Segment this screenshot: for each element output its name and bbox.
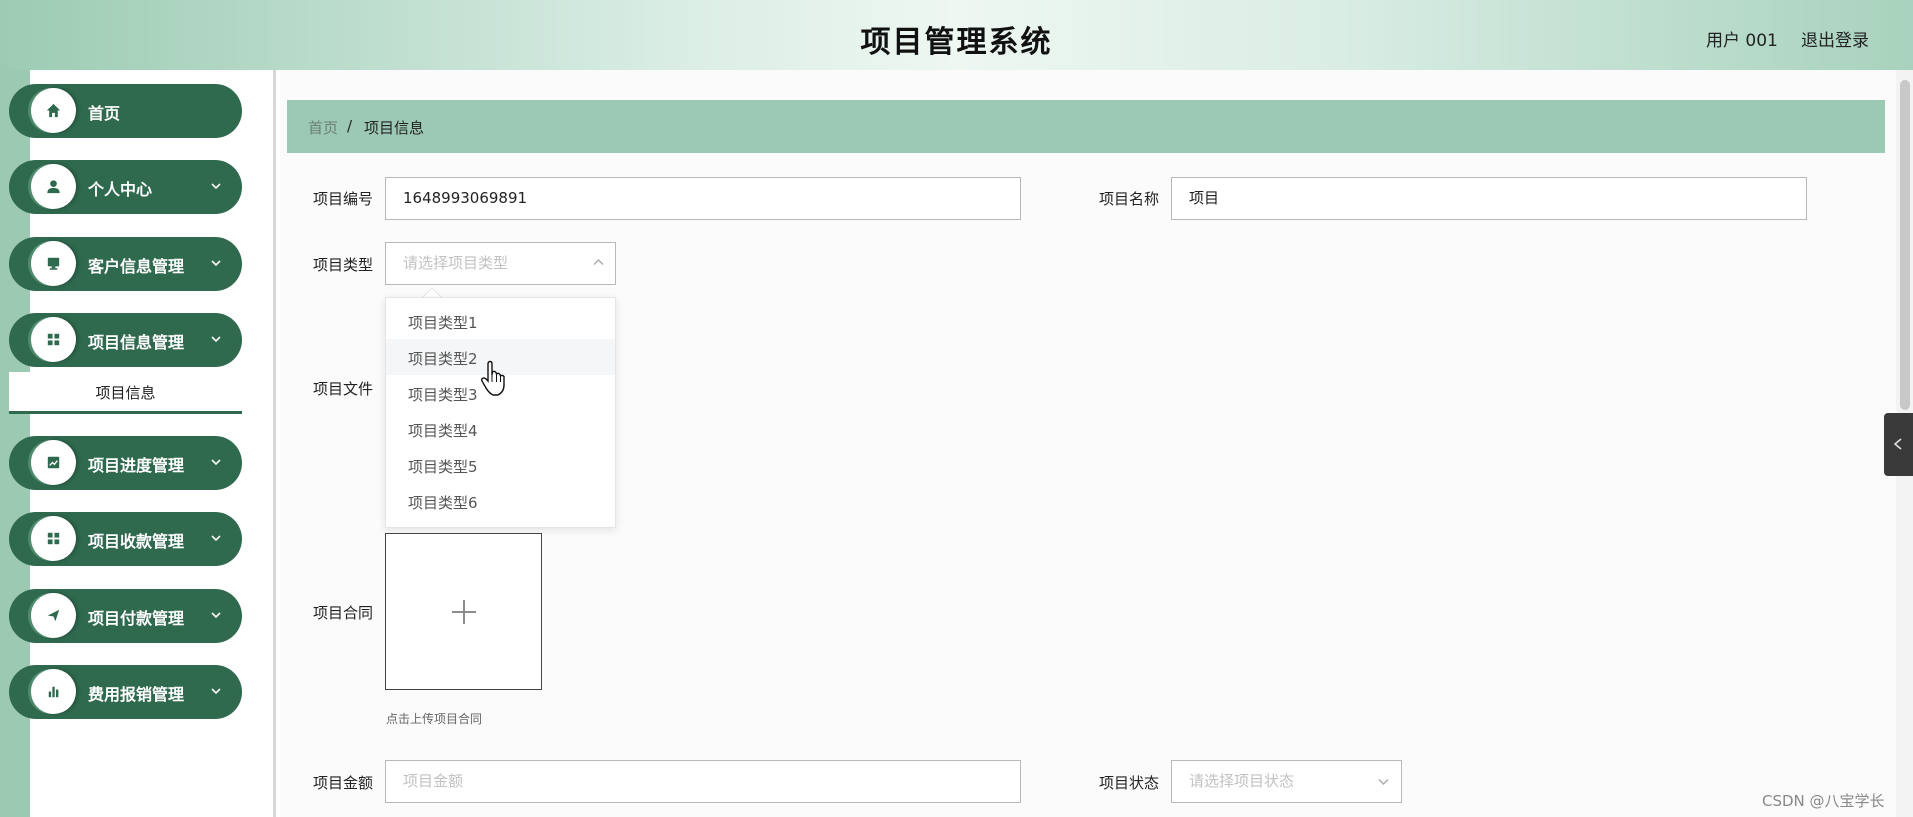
project-name-label: 项目名称	[1099, 190, 1160, 208]
chevron-down-icon	[211, 336, 221, 343]
bar-chart-icon	[31, 669, 76, 714]
watermark: CSDN @八宝学长	[1762, 792, 1885, 810]
sidebar-item-label: 个人中心	[88, 180, 153, 199]
app-title: 项目管理系统	[860, 25, 1053, 60]
user-icon	[31, 164, 76, 209]
sidebar-item-label: 项目进度管理	[88, 456, 185, 475]
chevron-down-icon	[211, 260, 221, 267]
dropdown-option[interactable]: 项目类型4	[386, 411, 615, 447]
dropdown-option[interactable]: 项目类型5	[386, 447, 615, 483]
sidebar-item-label: 项目收款管理	[88, 532, 185, 551]
sidebar-item-label: 客户信息管理	[88, 257, 185, 276]
dropdown-option[interactable]: 项目类型3	[386, 375, 615, 411]
project-amount-label: 项目金额	[313, 774, 374, 792]
chevron-up-icon	[593, 259, 604, 265]
sidebar-item-label: 费用报销管理	[88, 685, 185, 704]
dropdown-option[interactable]: 项目类型6	[386, 483, 615, 519]
chart-line-icon	[31, 440, 76, 485]
sidebar-subitem-label: 项目信息	[95, 384, 156, 402]
grid-icon	[31, 516, 76, 561]
sidebar-item-home[interactable]: 首页	[9, 84, 242, 138]
sidebar-divider	[273, 70, 276, 817]
breadcrumb-home-link[interactable]: 首页	[308, 117, 338, 138]
dropdown-option[interactable]: 项目类型1	[386, 303, 615, 339]
project-status-label: 项目状态	[1099, 774, 1160, 792]
breadcrumb	[287, 100, 1885, 153]
sidebar-item-personal-center[interactable]: 个人中心	[9, 160, 242, 214]
chevron-down-icon	[211, 612, 221, 619]
project-contract-label: 项目合同	[313, 604, 374, 622]
current-user: 用户 001	[1706, 31, 1778, 51]
chevron-down-icon	[211, 688, 221, 695]
project-type-dropdown: 项目类型1 项目类型2 项目类型3 项目类型4 项目类型5 项目类型6	[385, 297, 616, 528]
project-status-select[interactable]: 请选择项目状态	[1171, 760, 1402, 803]
sidebar-item-project-payment[interactable]: 项目付款管理	[9, 589, 242, 643]
project-name-input[interactable]: 项目	[1171, 177, 1807, 220]
monitor-icon	[31, 241, 76, 286]
sidebar-item-project-receipt[interactable]: 项目收款管理	[9, 512, 242, 566]
plus-icon	[452, 600, 476, 624]
send-icon	[31, 593, 76, 638]
sidebar-item-label: 项目付款管理	[88, 609, 185, 628]
logout-button[interactable]: 退出登录	[1801, 26, 1869, 51]
breadcrumb-separator: /	[347, 117, 353, 135]
grid-icon	[31, 317, 76, 362]
sidebar-item-label: 项目信息管理	[88, 333, 185, 352]
collapse-panel-button[interactable]	[1884, 413, 1913, 476]
chevron-down-icon	[1378, 779, 1389, 785]
project-file-label: 项目文件	[313, 380, 374, 398]
app-header: 项目管理系统 用户 001 退出登录	[0, 0, 1913, 70]
sidebar-item-expense-reimbursement[interactable]: 费用报销管理	[9, 665, 242, 719]
project-type-label: 项目类型	[313, 256, 374, 274]
chevron-down-icon	[211, 459, 221, 466]
breadcrumb-current: 项目信息	[364, 119, 425, 137]
sidebar-item-project-info[interactable]: 项目信息管理	[9, 313, 242, 367]
dropdown-option[interactable]: 项目类型2	[386, 339, 615, 375]
project-no-input[interactable]: 1648993069891	[385, 177, 1021, 220]
project-amount-input[interactable]: 项目金额	[385, 760, 1021, 803]
chevron-down-icon	[211, 183, 221, 190]
chevron-left-icon	[1893, 438, 1902, 450]
sidebar-subitem-project-info[interactable]: 项目信息	[9, 372, 242, 414]
sidebar-item-label: 首页	[88, 104, 121, 123]
chevron-down-icon	[211, 535, 221, 542]
project-type-select[interactable]: 请选择项目类型	[385, 242, 616, 285]
sidebar-item-customer-info[interactable]: 客户信息管理	[9, 237, 242, 291]
contract-upload-button[interactable]	[385, 533, 542, 690]
home-icon	[31, 88, 76, 133]
scrollbar-thumb[interactable]	[1900, 80, 1910, 410]
project-no-label: 项目编号	[313, 190, 374, 208]
upload-hint: 点击上传项目合同	[386, 712, 483, 726]
sidebar-item-project-progress[interactable]: 项目进度管理	[9, 436, 242, 490]
